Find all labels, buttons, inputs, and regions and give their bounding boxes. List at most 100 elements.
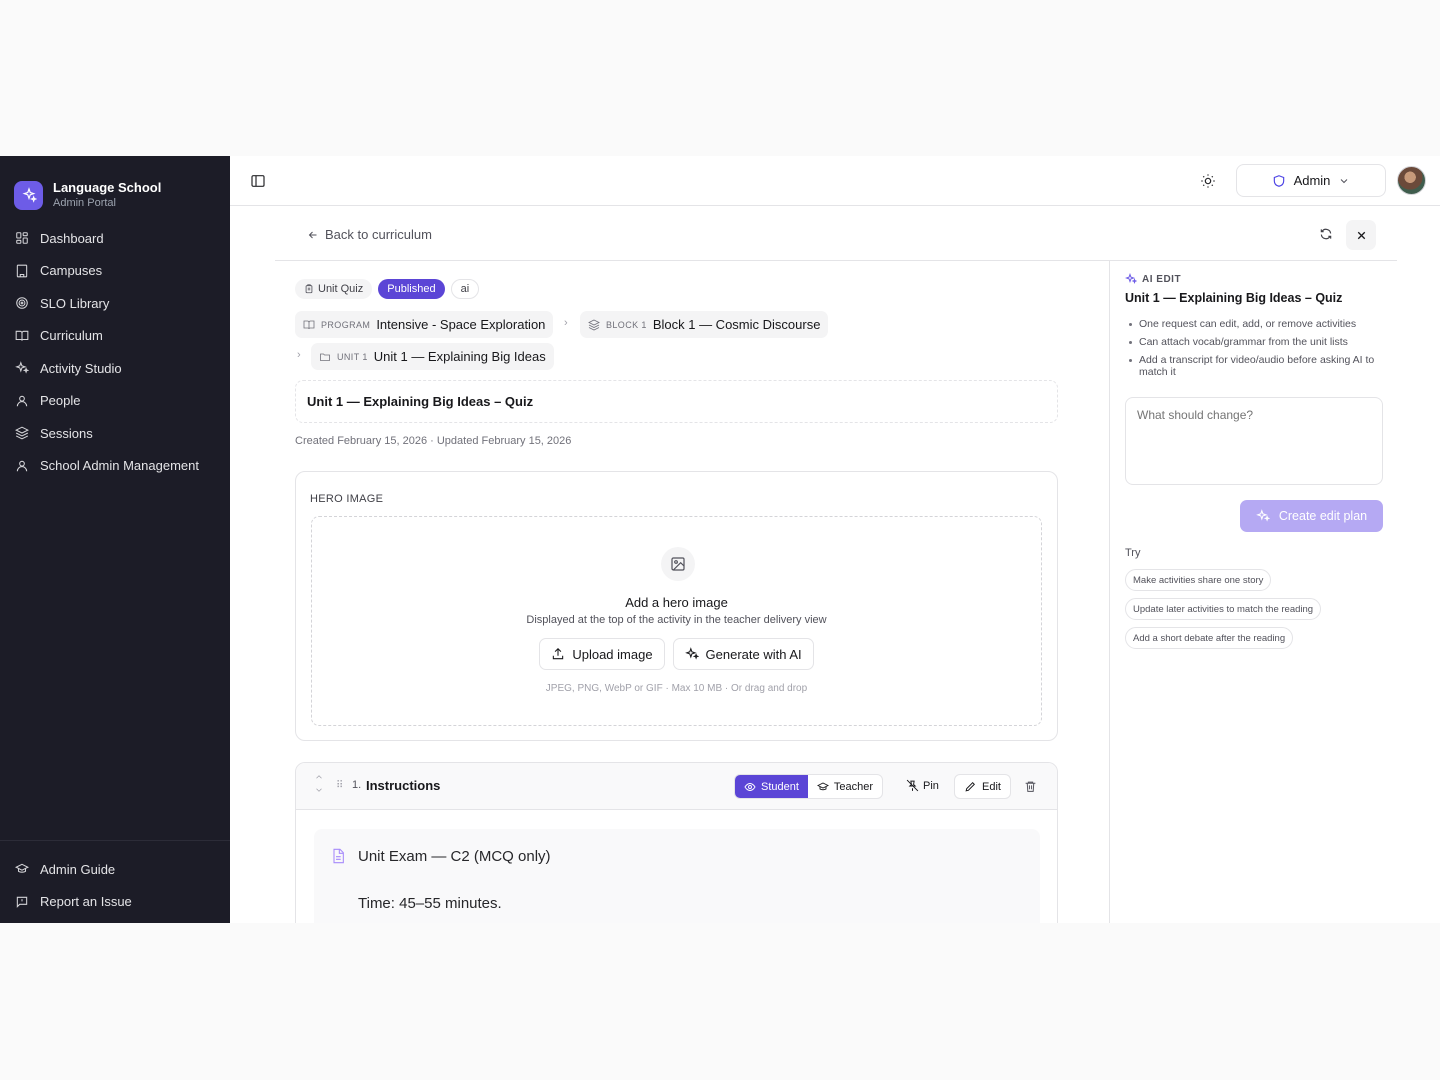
user-icon (16, 395, 28, 407)
sun-icon[interactable] (1200, 173, 1216, 189)
role-label: Admin (1293, 173, 1331, 188)
chevron-up-icon[interactable] (314, 772, 324, 782)
suggestion-chip[interactable]: Add a short debate after the reading (1125, 627, 1294, 649)
sidebar-toggle-icon[interactable] (250, 173, 266, 189)
nav-label: Report an Issue (40, 894, 132, 910)
brand[interactable]: Language School Admin Portal (0, 156, 230, 218)
suggestion-chip[interactable]: Make activities share one story (1125, 569, 1272, 591)
drag-handle-icon[interactable]: ⠿ (336, 780, 343, 791)
breadcrumb-kind: PROGRAM (321, 319, 371, 330)
breadcrumb-kind: UNIT 1 (337, 351, 368, 362)
try-label: Try (1125, 547, 1141, 559)
grid-icon (16, 232, 28, 245)
generate-ai-button[interactable]: Generate with AI (672, 638, 814, 670)
upload-image-button[interactable]: Upload image (539, 638, 665, 670)
layers-icon (15, 426, 29, 440)
nav-item-report-issue[interactable]: Report an Issue (0, 886, 230, 919)
hero-image-card: HERO IMAGE Add a hero image Displayed at… (295, 471, 1058, 741)
nav-item-campuses[interactable]: Campuses (0, 255, 230, 288)
reorder-arrows (314, 772, 324, 795)
hero-subtitle: Displayed at the top of the activity in … (526, 614, 827, 626)
topbar: Admin (230, 156, 1440, 206)
nav-item-admin-guide[interactable]: Admin Guide (0, 853, 230, 886)
nav-item-activity-studio[interactable]: Activity Studio (0, 352, 230, 385)
chevron-down-icon (1341, 178, 1348, 183)
hero-dropzone[interactable]: Add a hero image Displayed at the top of… (311, 516, 1042, 726)
pencil-icon (965, 782, 975, 792)
avatar[interactable] (1397, 166, 1426, 195)
nav-label: Sessions (40, 425, 93, 441)
teacher-view-tab[interactable]: Teacher (808, 775, 882, 798)
activity-card: ⠿ 1. Instructions Student Teacher Pin Ed… (295, 762, 1058, 923)
nav-label: SLO Library (40, 295, 110, 311)
list-item: Add a transcript for video/audio before … (1125, 354, 1385, 378)
building-icon (16, 264, 28, 278)
activity-text: Time: 45–55 minutes. (358, 895, 502, 912)
create-label: Create edit plan (1278, 509, 1368, 523)
app-window: Language School Admin Portal Dashboard C… (0, 156, 1440, 923)
brand-title: Language School (53, 180, 162, 195)
pin-off-icon (906, 779, 919, 792)
target-icon (16, 297, 28, 310)
eye-icon (744, 782, 756, 791)
type-chip: Unit Quiz (295, 279, 373, 299)
nav-label: Curriculum (40, 328, 103, 344)
nav-label: Campuses (40, 263, 103, 279)
refresh-icon[interactable] (1319, 227, 1333, 241)
close-button[interactable] (1346, 220, 1376, 250)
trash-icon[interactable] (1024, 780, 1037, 798)
user-icon (16, 460, 28, 472)
breadcrumb-label: Block 1 — Cosmic Discourse (652, 317, 821, 332)
create-edit-plan-button[interactable]: Create edit plan (1240, 500, 1383, 532)
upload-icon (553, 648, 564, 660)
nav-label: Dashboard (40, 230, 104, 246)
student-view-tab[interactable]: Student (735, 775, 808, 798)
nav-label: School Admin Management (40, 458, 199, 474)
nav-item-slo-library[interactable]: SLO Library (0, 287, 230, 320)
sparkles-icon (1125, 273, 1137, 284)
hero-label: HERO IMAGE (310, 493, 384, 505)
nav-item-sessions[interactable]: Sessions (0, 417, 230, 450)
page-title: Unit 1 — Explaining Big Ideas – Quiz (307, 394, 534, 409)
ai-request-input[interactable] (1125, 397, 1383, 485)
hero-title: Add a hero image (625, 595, 728, 610)
pin-label: Pin (923, 779, 939, 792)
suggestion-chip[interactable]: Update later activities to match the rea… (1125, 598, 1322, 620)
chevron-right-icon: › (564, 317, 568, 329)
upload-label: Upload image (572, 646, 653, 662)
nav-item-dashboard[interactable]: Dashboard (0, 222, 230, 255)
breadcrumb-block[interactable]: BLOCK 1 Block 1 — Cosmic Discourse (580, 311, 829, 338)
nav-label: Activity Studio (40, 360, 122, 376)
breadcrumb-program[interactable]: PROGRAM Intensive - Space Exploration (295, 311, 554, 338)
teacher-label: Teacher (833, 780, 874, 793)
graduation-cap-icon (15, 863, 29, 873)
edit-button[interactable]: Edit (954, 774, 1011, 799)
editor-content: Unit Quiz Published ai PROGRAM Intensive… (295, 262, 1058, 923)
shield-icon (1273, 174, 1284, 187)
nav-item-curriculum[interactable]: Curriculum (0, 320, 230, 353)
breadcrumb-unit[interactable]: UNIT 1 Unit 1 — Explaining Big Ideas (311, 343, 554, 370)
timestamps: Created February 15, 2026 · Updated Febr… (295, 435, 572, 447)
role-select[interactable]: Admin (1236, 164, 1386, 197)
pin-button[interactable]: Pin (906, 779, 939, 792)
main-area: Admin Back to curriculum Unit Quiz Publi… (230, 156, 1440, 923)
chevron-down-icon[interactable] (314, 785, 324, 795)
nav-item-people[interactable]: People (0, 385, 230, 418)
file-text-icon (330, 847, 346, 870)
activity-title: Instructions (366, 778, 441, 793)
sidebar: Language School Admin Portal Dashboard C… (0, 156, 230, 923)
nav-item-school-admin-management[interactable]: School Admin Management (0, 450, 230, 483)
book-open-icon (303, 320, 315, 329)
ai-edit-panel: AI EDIT Unit 1 — Explaining Big Ideas – … (1109, 261, 1397, 923)
list-item: One request can edit, add, or remove act… (1125, 318, 1385, 330)
hero-actions: Upload image Generate with AI (312, 638, 1041, 670)
activity-title-field[interactable]: Unit 1 — Explaining Big Ideas – Quiz (295, 380, 1058, 423)
activity-text: Unit Exam — C2 (MCQ only) (358, 848, 551, 865)
topbar-actions: Admin (1200, 164, 1426, 197)
back-link[interactable]: Back to curriculum (307, 227, 432, 242)
ai-kicker-label: AI EDIT (1142, 273, 1182, 285)
breadcrumb-label: Unit 1 — Explaining Big Ideas (373, 349, 546, 364)
edit-label: Edit (982, 780, 1001, 793)
ai-tips: One request can edit, add, or remove act… (1125, 318, 1385, 384)
source-badge: ai (450, 279, 480, 299)
